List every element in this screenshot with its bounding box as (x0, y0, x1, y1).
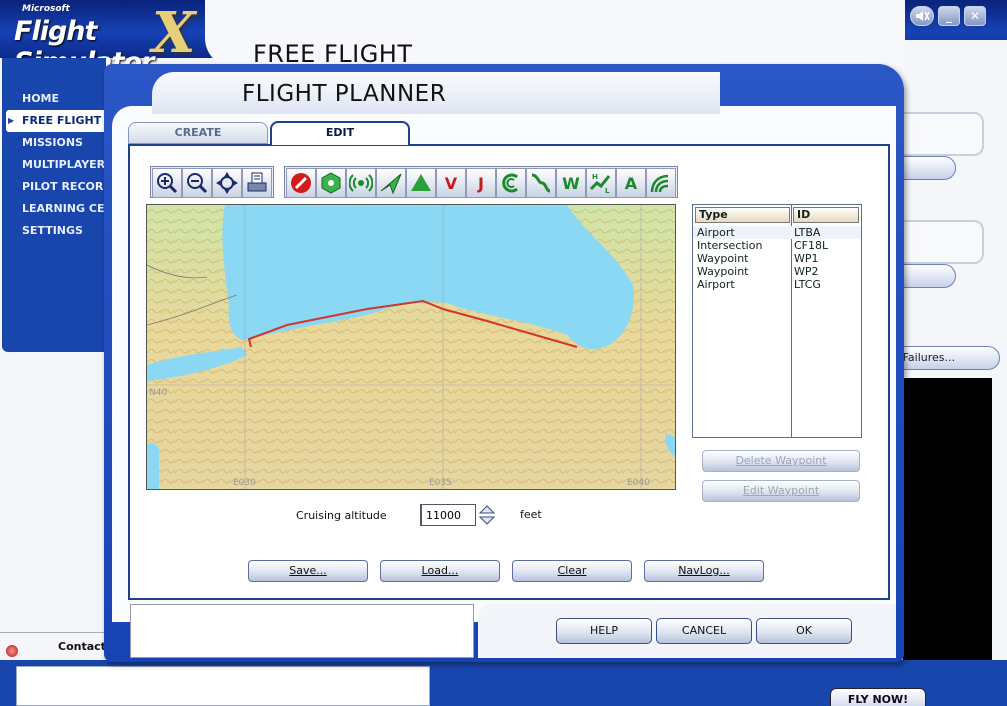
navlog-button[interactable]: NavLog... (644, 560, 764, 582)
fly-now-button[interactable]: FLY NOW! (830, 688, 926, 706)
cruising-altitude-input[interactable] (420, 504, 476, 526)
logo-brand: Microsoft (22, 4, 70, 14)
load-button[interactable]: Load... (380, 560, 500, 582)
lat-label: N40 (149, 388, 167, 398)
altitude-stepper[interactable] (478, 504, 496, 526)
sidebar-item-home[interactable]: HOME (2, 88, 106, 110)
terrain-icon[interactable] (646, 168, 676, 198)
waypoint-type: Airport (697, 278, 735, 291)
footer-button-area: HELP CANCEL OK (478, 604, 896, 658)
help-button[interactable]: HELP (556, 618, 652, 644)
airspace-icon[interactable]: A (616, 168, 646, 198)
minimize-button[interactable]: _ (938, 6, 960, 26)
footer-info-box (130, 604, 474, 658)
cancel-button[interactable]: CANCEL (656, 618, 752, 644)
waypoint-id: WP2 (794, 265, 819, 278)
list-item[interactable]: Waypoint WP2 (693, 265, 861, 278)
waypoint-type: Waypoint (697, 252, 749, 265)
dialog-footer: HELP CANCEL OK (112, 604, 896, 658)
sidebar-item-pilot-records[interactable]: PILOT RECORDS (2, 176, 106, 198)
route-map[interactable]: N40 E030 E035 E040 (146, 204, 676, 490)
sidebar-item-free-flight[interactable]: FREE FLIGHT (6, 110, 106, 132)
tab-edit[interactable]: EDIT (270, 121, 410, 145)
dialog-title-bar: FLIGHT PLANNER (152, 72, 720, 114)
vor-icon[interactable] (316, 168, 346, 198)
sound-off-icon[interactable] (910, 6, 934, 26)
dialog-title: FLIGHT PLANNER (242, 81, 447, 107)
cruising-altitude-label: Cruising altitude (296, 509, 387, 522)
tower-icon[interactable] (406, 168, 436, 198)
map-toolbar: V J W HL A (150, 166, 688, 198)
list-item[interactable]: Waypoint WP1 (693, 252, 861, 265)
save-button[interactable]: Save... (248, 560, 368, 582)
airway-icon[interactable] (376, 168, 406, 198)
sidebar-item-multiplayer[interactable]: MULTIPLAYER (2, 154, 106, 176)
clear-button[interactable]: Clear (512, 560, 632, 582)
logo-x: X (152, 0, 196, 66)
delete-waypoint-button[interactable]: Delete Waypoint (702, 450, 860, 472)
close-button[interactable]: ✕ (964, 6, 986, 26)
ils-icon[interactable] (496, 168, 526, 198)
column-header-id[interactable]: ID (793, 207, 859, 223)
waypoint-list[interactable]: Type ID Airport LTBA Intersection CF18L … (692, 204, 862, 438)
waypoint-type: Airport (697, 226, 735, 239)
lon-label: E030 (233, 478, 256, 488)
tab-create[interactable]: CREATE (128, 122, 268, 144)
bottom-white-panel (16, 666, 430, 706)
edit-waypoint-button[interactable]: Edit Waypoint (702, 480, 860, 502)
j-airway-icon[interactable]: J (466, 168, 496, 198)
list-item[interactable]: Intersection CF18L (693, 239, 861, 252)
aegean-sea (147, 442, 159, 489)
waypoint-id: LTBA (794, 226, 821, 239)
aircraft-preview (903, 378, 992, 660)
lon-label: E040 (627, 478, 650, 488)
list-item[interactable]: Airport LTCG (693, 278, 861, 291)
waypoint-type: Intersection (697, 239, 763, 252)
waypoint-id: WP1 (794, 252, 819, 265)
status-dot-icon (6, 645, 18, 657)
approach-icon[interactable] (526, 168, 556, 198)
sidebar-item-settings[interactable]: SETTINGS (2, 220, 106, 242)
sidebar-item-missions[interactable]: MISSIONS (2, 132, 106, 154)
fsx-logo: Microsoft Flight Simulator X (10, 0, 210, 78)
ok-button[interactable]: OK (756, 618, 852, 644)
column-header-type[interactable]: Type (695, 207, 790, 223)
window-controls: _ ✕ (910, 6, 986, 28)
zoom-in-icon[interactable] (152, 168, 182, 198)
lon-label: E035 (429, 478, 452, 488)
sidebar-item-learning-center[interactable]: LEARNING CENTER (2, 198, 106, 220)
waypoint-id: CF18L (794, 239, 829, 252)
no-airport-icon[interactable] (286, 168, 316, 198)
edit-tab-panel: V J W HL A N40 E030 E035 E040 Type ID Ai… (128, 144, 890, 600)
zoom-out-icon[interactable] (182, 168, 212, 198)
high-low-icon[interactable]: HL (586, 168, 616, 198)
print-icon[interactable] (242, 168, 272, 198)
waypoint-icon[interactable]: W (556, 168, 586, 198)
waypoint-id: LTCG (794, 278, 821, 291)
list-item[interactable]: Airport LTBA (693, 226, 861, 239)
v-airway-icon[interactable]: V (436, 168, 466, 198)
svg-text:H: H (592, 173, 598, 181)
center-icon[interactable] (212, 168, 242, 198)
flight-planner-dialog: FLIGHT PLANNER CREATE EDIT V J W H L A N… (104, 64, 904, 662)
main-sidebar: HOME FREE FLIGHT MISSIONS MULTIPLAYER PI… (2, 58, 106, 352)
filter-tools: V J W HL A (284, 166, 678, 198)
waypoint-type: Waypoint (697, 265, 749, 278)
altitude-unit: feet (520, 508, 542, 521)
view-tools (150, 166, 274, 198)
svg-text:L: L (605, 187, 610, 195)
ndb-icon[interactable] (346, 168, 376, 198)
